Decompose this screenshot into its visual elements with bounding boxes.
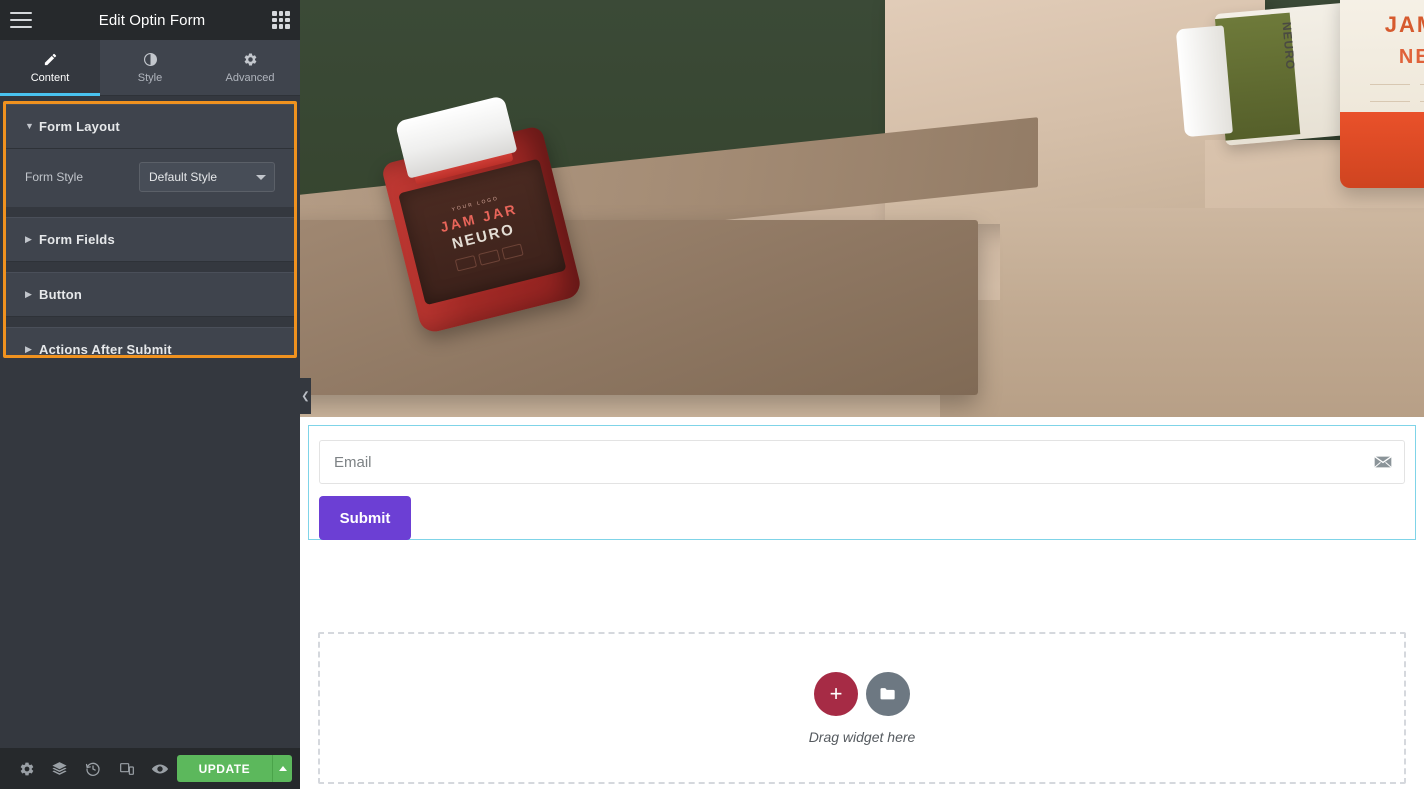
elementor-editor: Edit Optin Form Content Style Advanced ▼… [0,0,1424,789]
tab-content[interactable]: Content [0,40,100,96]
settings-gear-icon[interactable] [10,748,43,789]
form-layout-highlight: ▼ Form Layout Form Style Default Style ▶ [3,101,297,358]
dropzone-label: Drag widget here [808,728,916,745]
chevron-down-icon: ▼ [25,121,34,131]
editor-panel: Edit Optin Form Content Style Advanced ▼… [0,0,300,789]
hamburger-icon[interactable] [10,12,32,28]
orange-jam-jar: YOUR LOGO JAM JAR NEURO [1340,0,1424,188]
section-form-fields-label: Form Fields [39,232,115,247]
panel-body: ▼ Form Layout Form Style Default Style ▶ [0,96,300,748]
chevron-up-icon [278,766,287,771]
section-divider [6,317,294,327]
tab-advanced[interactable]: Advanced [200,40,300,95]
orange-jar-logo-text: YOUR LOGO [1340,0,1424,2]
section-form-layout-label: Form Layout [39,119,120,134]
email-field-row [319,440,1405,484]
tab-content-label: Content [30,72,70,84]
chevron-right-icon: ▶ [25,289,32,299]
form-layout-controls: Form Style Default Style [6,149,294,207]
email-input[interactable] [319,440,1405,484]
panel-header: Edit Optin Form [0,0,300,40]
panel-collapse-toggle[interactable]: ❮ [300,378,311,414]
orange-jar-subtitle: NEURO [1398,46,1424,68]
gear-icon [243,51,258,67]
form-style-value: Default Style [149,170,218,184]
pencil-icon [43,51,58,67]
pesto-jar-lid [1175,25,1233,138]
page-title: Edit Optin Form [98,11,206,29]
section-actions-after-submit[interactable]: ▶ Actions After Submit [6,327,294,357]
update-options-button[interactable] [272,755,293,782]
section-button[interactable]: ▶ Button [6,272,294,317]
tab-style-label: Style [137,72,163,84]
optin-form-widget[interactable]: Submit [308,425,1416,540]
add-widget-button[interactable]: + [814,671,858,716]
chevron-right-icon: ▶ [25,234,32,244]
section-form-fields[interactable]: ▶ Form Fields [6,217,294,262]
panel-tabs: Content Style Advanced [0,40,300,96]
orange-jar-badges [1340,84,1424,102]
contrast-icon [143,51,158,67]
section-divider [6,207,294,217]
editor-canvas: NEURO YOUR LOGO JAM JAR NEURO YOUR LOGO … [300,0,1424,789]
tab-advanced-label: Advanced [225,72,275,84]
preview-eye-icon[interactable] [143,748,176,789]
dropzone-buttons: + [814,671,910,716]
form-style-row: Form Style Default Style [25,162,275,192]
grid-icon[interactable] [272,11,290,29]
chevron-down-icon [256,175,266,180]
add-template-button[interactable] [866,671,910,716]
responsive-mode-icon[interactable] [110,748,143,789]
history-clock-icon[interactable] [77,748,110,789]
update-button[interactable]: UPDATE [176,755,273,782]
hero-image[interactable]: NEURO YOUR LOGO JAM JAR NEURO YOUR LOGO … [300,0,1424,417]
submit-button[interactable]: Submit [319,496,411,540]
section-form-layout[interactable]: ▼ Form Layout [6,104,294,149]
navigator-layers-icon[interactable] [43,748,76,789]
orange-jar-title: JAM JAR [1384,12,1424,37]
panel-footer: UPDATE [0,748,300,789]
stone-step-lower [940,300,1424,417]
form-style-select[interactable]: Default Style [139,162,275,192]
section-button-label: Button [39,287,83,302]
tab-style[interactable]: Style [100,40,200,95]
widget-dropzone[interactable]: + Drag widget here [318,632,1406,784]
chevron-left-icon: ❮ [301,390,310,402]
section-divider [6,262,294,272]
chevron-right-icon: ▶ [25,344,32,354]
section-actions-after-submit-label: Actions After Submit [39,342,172,357]
form-style-label: Form Style [25,170,84,184]
